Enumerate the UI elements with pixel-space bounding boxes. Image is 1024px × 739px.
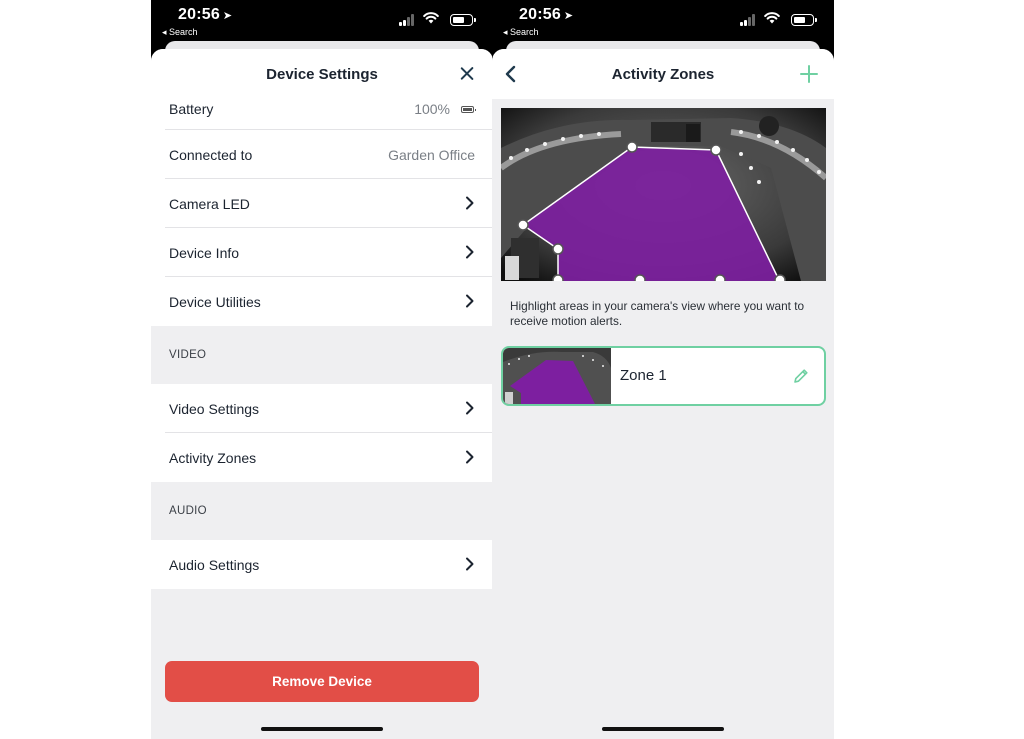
camera-preview-image: [501, 108, 826, 281]
section-header-video: VIDEO: [151, 326, 493, 384]
wifi-icon: [423, 12, 439, 24]
home-indicator: [261, 727, 383, 731]
zone-thumbnail: [503, 348, 611, 404]
wifi-icon: [764, 12, 780, 24]
audio-settings-list: Audio Settings: [151, 540, 493, 589]
list-item-activity-zones[interactable]: Activity Zones: [151, 433, 493, 482]
list-item-label: Activity Zones: [169, 449, 257, 466]
page-title: Device Settings: [266, 66, 378, 83]
list-item-device-info[interactable]: Device Info: [151, 228, 493, 277]
connected-to-value: Garden Office: [388, 146, 475, 163]
battery-status-icon: [791, 14, 817, 26]
zone-name: Zone 1: [620, 367, 667, 384]
plus-icon[interactable]: [798, 63, 820, 85]
status-time: 20:56 ➤: [519, 6, 574, 23]
back-to-search-link[interactable]: ◂ Search: [503, 27, 539, 38]
cellular-signal-icon: [740, 14, 756, 26]
pencil-icon[interactable]: [792, 367, 810, 385]
location-arrow-icon: ➤: [222, 10, 233, 22]
video-settings-list: Video Settings Activity Zones: [151, 384, 493, 482]
home-indicator: [602, 727, 724, 731]
list-item-camera-led[interactable]: Camera LED: [151, 179, 493, 228]
list-item-label: Device Info: [169, 244, 240, 261]
battery-status-icon: [450, 14, 476, 26]
section-header-audio: AUDIO: [151, 482, 493, 540]
status-time: 20:56 ➤: [178, 6, 233, 23]
chevron-right-icon: [466, 196, 474, 210]
chevron-right-icon: [466, 245, 474, 259]
list-item-label: Battery: [169, 101, 214, 117]
list-item-audio-settings[interactable]: Audio Settings: [151, 540, 493, 589]
zone-hint-text: Highlight areas in your camera's view wh…: [510, 299, 805, 328]
zone-card[interactable]: Zone 1: [501, 346, 826, 406]
list-item-label: Camera LED: [169, 195, 250, 212]
device-settings-screen: 20:56 ➤ ◂ Search Device Settings Battery …: [151, 0, 493, 739]
nav-bar: Device Settings: [151, 49, 493, 99]
cellular-signal-icon: [399, 14, 415, 26]
list-item-label: Audio Settings: [169, 556, 260, 573]
settings-sheet: Device Settings Battery 100% Connected t…: [151, 49, 493, 739]
list-item-connected-to: Connected to Garden Office: [151, 130, 493, 179]
location-arrow-icon: ➤: [563, 10, 574, 22]
chevron-right-icon: [466, 557, 474, 571]
battery-value: 100%: [414, 101, 450, 117]
activity-zones-screen: 20:56 ➤ ◂ Search Activity Zones Highligh…: [492, 0, 834, 739]
remove-device-button[interactable]: Remove Device: [165, 661, 479, 702]
general-settings-list: Battery 100% Connected to Garden Office …: [151, 99, 493, 326]
list-item-battery: Battery 100%: [151, 99, 493, 130]
nav-bar: Activity Zones: [492, 49, 834, 99]
page-title: Activity Zones: [611, 66, 715, 83]
list-item-label: Video Settings: [169, 400, 260, 417]
battery-icon: [461, 106, 476, 113]
list-item-device-utilities[interactable]: Device Utilities: [151, 277, 493, 326]
zones-sheet: Activity Zones Highlight areas in your c…: [492, 49, 834, 739]
close-icon[interactable]: [459, 66, 475, 82]
chevron-right-icon: [466, 401, 474, 415]
chevron-right-icon: [466, 294, 474, 308]
back-to-search-link[interactable]: ◂ Search: [162, 27, 198, 38]
list-item-label: Connected to: [169, 146, 253, 163]
camera-preview-editor[interactable]: [501, 108, 826, 281]
chevron-right-icon: [466, 450, 474, 464]
list-item-label: Device Utilities: [169, 293, 261, 310]
list-item-video-settings[interactable]: Video Settings: [151, 384, 493, 433]
